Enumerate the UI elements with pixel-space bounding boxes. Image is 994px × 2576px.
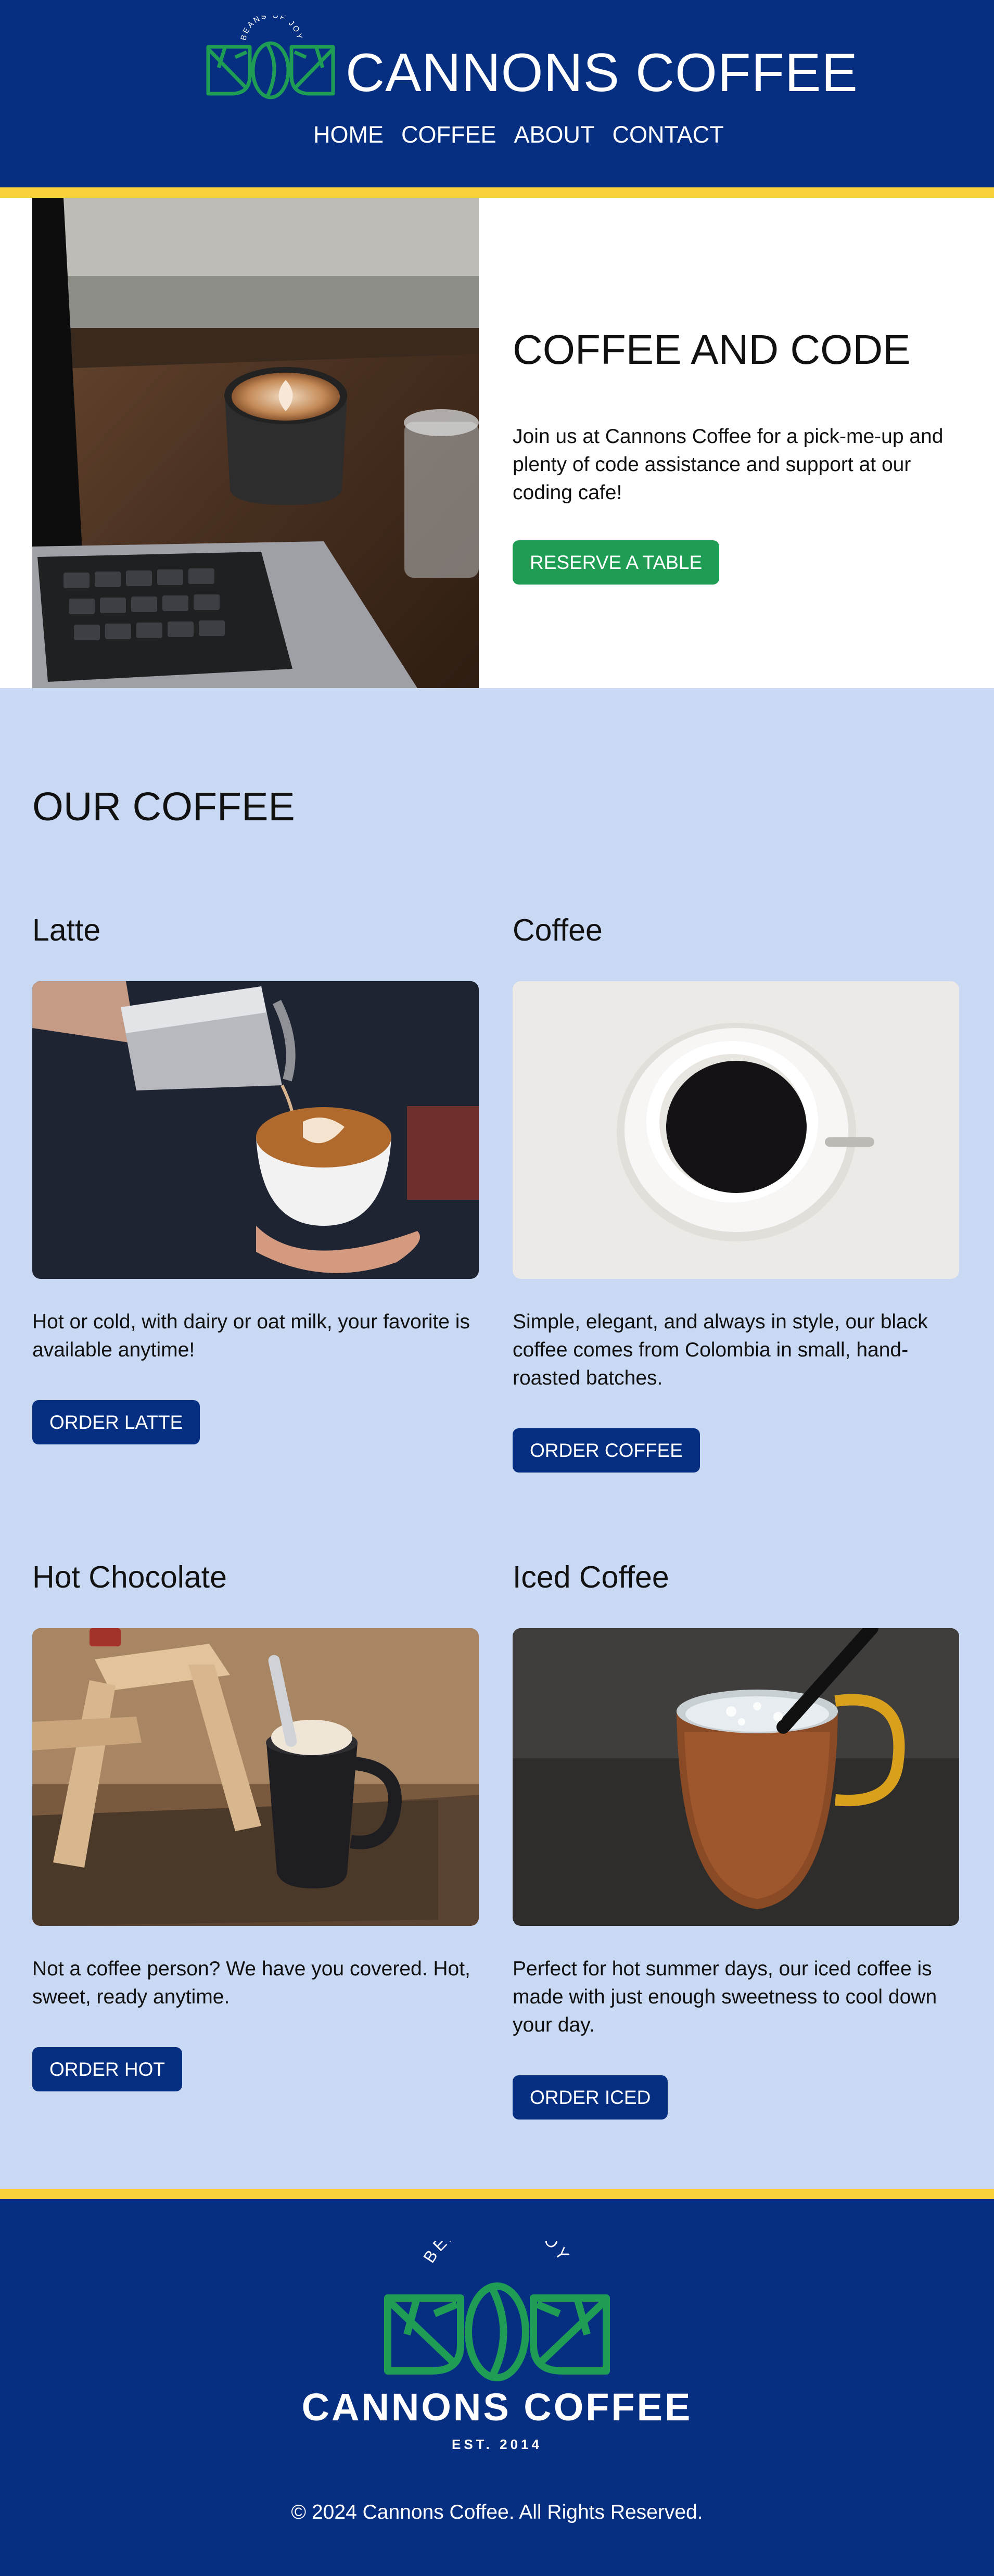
order-iced-button[interactable]: ORDER ICED	[513, 2075, 668, 2120]
copyright-text: © 2024 Cannons Coffee. All Rights Reserv…	[291, 2501, 703, 2523]
menu-card-coffee: Coffee Simple, elegant, and always in st…	[513, 913, 959, 1473]
brand-logo-icon[interactable]: BEANS OF JOY	[203, 16, 338, 104]
svg-text:EST. 2014: EST. 2014	[452, 2437, 542, 2452]
site-header: BEANS OF JOY CANNONS COFFEE HOME COFFEE …	[0, 0, 994, 187]
nav-coffee[interactable]: COFFEE	[401, 123, 496, 146]
card-title: Iced Coffee	[513, 1560, 669, 1594]
main-nav: HOME COFFEE ABOUT CONTACT	[313, 123, 724, 146]
order-latte-button[interactable]: ORDER LATTE	[32, 1400, 200, 1444]
card-title: Coffee	[513, 913, 603, 947]
hero-section: COFFEE AND CODE Join us at Cannons Coffe…	[0, 198, 994, 688]
order-hot-button[interactable]: ORDER HOT	[32, 2047, 182, 2091]
nav-contact[interactable]: CONTACT	[613, 123, 724, 146]
reserve-table-button[interactable]: RESERVE A TABLE	[513, 540, 720, 585]
hero-image-laptop-latte	[32, 198, 479, 688]
hero-title: COFFEE AND CODE	[513, 326, 911, 373]
card-description: Not a coffee person? We have you covered…	[32, 1958, 470, 2008]
menu-card-hot-chocolate: Hot Chocolate Not a coffee person? We ha…	[32, 1560, 479, 2091]
svg-text:BEANS OF JOY: BEANS OF JOY	[239, 16, 304, 41]
hero-text: Join us at Cannons Coffee for a pick-me-…	[513, 425, 944, 504]
site-title: CANNONS COFFEE	[346, 43, 858, 103]
svg-text:BEANS OF JOY: BEANS OF JOY	[419, 2241, 575, 2266]
header-stripe	[0, 187, 994, 198]
card-title: Hot Chocolate	[32, 1560, 227, 1594]
our-coffee-title: OUR COFFEE	[32, 784, 295, 829]
footer-stripe	[0, 2189, 994, 2199]
menu-card-iced-coffee: Iced Coffee Perfect for hot summer days,…	[513, 1560, 959, 2120]
order-coffee-button[interactable]: ORDER COFFEE	[513, 1428, 700, 1473]
card-description: Hot or cold, with dairy or oat milk, you…	[32, 1311, 470, 1361]
black-coffee-image	[513, 981, 959, 1279]
card-description: Simple, elegant, and always in style, ou…	[513, 1311, 928, 1389]
footer-brand-logo-icon: BEANS OF JOY CANNONS COFFEE EST. 2014	[302, 2241, 693, 2452]
svg-text:CANNONS COFFEE: CANNONS COFFEE	[302, 2385, 693, 2429]
iced-coffee-image	[513, 1628, 959, 1926]
site-footer: BEANS OF JOY CANNONS COFFEE EST. 2014 © …	[0, 2199, 994, 2576]
nav-about[interactable]: ABOUT	[514, 123, 595, 146]
card-title: Latte	[32, 913, 101, 947]
hot-chocolate-image	[32, 1628, 479, 1926]
nav-home[interactable]: HOME	[313, 123, 384, 146]
card-description: Perfect for hot summer days, our iced co…	[513, 1958, 937, 2036]
menu-card-latte: Latte Hot or cold, with dairy or oat mil…	[32, 913, 479, 1444]
latte-image	[32, 981, 479, 1279]
